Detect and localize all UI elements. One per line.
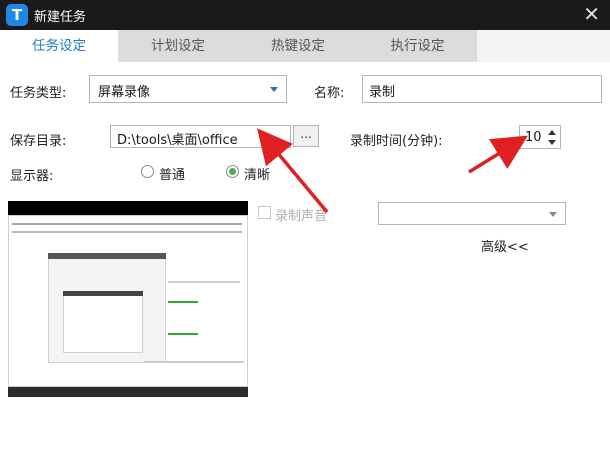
annotation-arrows (257, 128, 528, 214)
arrow-to-record-time (468, 135, 528, 174)
arrow-to-save-dir (257, 128, 329, 214)
